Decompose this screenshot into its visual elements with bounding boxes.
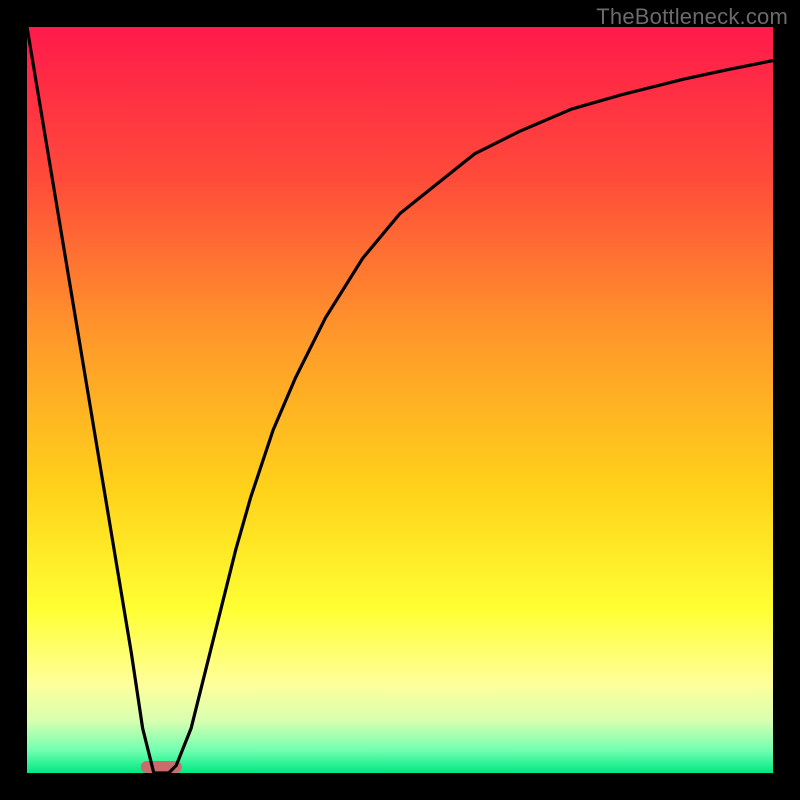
- gradient-background: [27, 27, 773, 773]
- plot-area: [27, 27, 773, 773]
- chart-frame: TheBottleneck.com: [0, 0, 800, 800]
- watermark-text: TheBottleneck.com: [596, 4, 788, 30]
- bottleneck-chart: [27, 27, 773, 773]
